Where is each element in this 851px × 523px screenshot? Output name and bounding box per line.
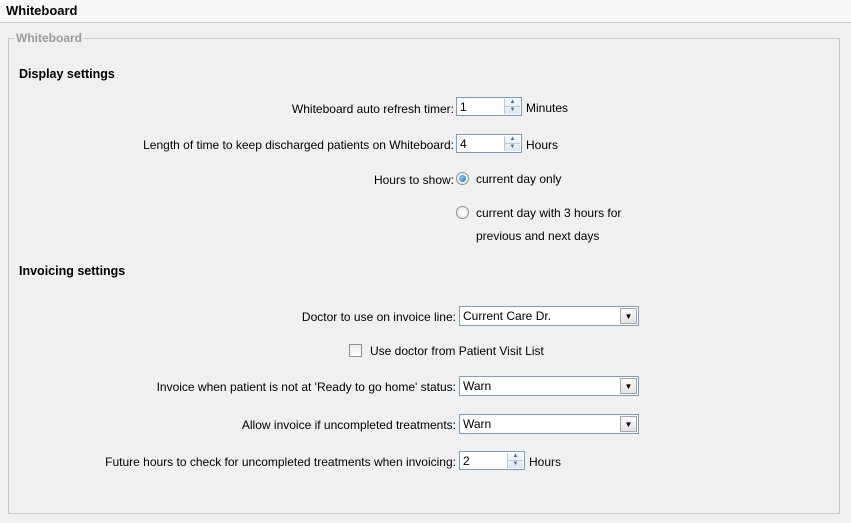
discharged-time-value: 4 <box>460 137 467 151</box>
discharged-time-unit: Hours <box>526 138 559 152</box>
doctor-invoice-line-label: Doctor to use on invoice line: <box>301 310 456 324</box>
uncompleted-treatments-label: Allow invoice if uncompleted treatments: <box>241 418 456 432</box>
future-hours-unit: Hours <box>529 455 562 469</box>
radio-current-day-with-3-hours-label-line2[interactable]: previous and next days <box>476 229 599 243</box>
spin-up-icon[interactable]: ▲ <box>505 99 520 107</box>
spin-up-icon[interactable]: ▲ <box>505 136 520 144</box>
doctor-invoice-line-dropdown[interactable]: Current Care Dr. ▼ <box>459 306 639 326</box>
refresh-timer-spinner[interactable]: 1 ▲ ▼ <box>456 97 522 116</box>
not-ready-status-label: Invoice when patient is not at 'Ready to… <box>156 380 456 394</box>
refresh-timer-label: Whiteboard auto refresh timer: <box>291 102 454 116</box>
future-hours-label: Future hours to check for uncompleted tr… <box>105 455 456 469</box>
refresh-timer-value: 1 <box>460 100 467 114</box>
refresh-timer-unit: Minutes <box>526 101 569 115</box>
radio-current-day-only-label[interactable]: current day only <box>476 172 561 186</box>
display-settings-heading: Display settings <box>19 67 115 81</box>
uncompleted-treatments-value: Warn <box>463 417 492 431</box>
window-title: Whiteboard <box>6 3 78 18</box>
group-legend: Whiteboard <box>14 31 84 45</box>
use-doctor-checkbox[interactable] <box>349 344 362 357</box>
doctor-invoice-line-value: Current Care Dr. <box>463 309 552 323</box>
invoicing-settings-heading: Invoicing settings <box>19 264 126 278</box>
spinner-arrows[interactable]: ▲ ▼ <box>504 99 520 114</box>
not-ready-status-dropdown[interactable]: Warn ▼ <box>459 376 639 396</box>
uncompleted-treatments-dropdown[interactable]: Warn ▼ <box>459 414 639 434</box>
discharged-time-spinner[interactable]: 4 ▲ ▼ <box>456 134 522 153</box>
radio-current-day-only[interactable] <box>456 172 469 185</box>
spinner-arrows[interactable]: ▲ ▼ <box>507 453 523 468</box>
discharged-time-label: Length of time to keep discharged patien… <box>143 138 454 152</box>
chevron-down-icon[interactable]: ▼ <box>620 308 637 324</box>
use-doctor-checkbox-label[interactable]: Use doctor from Patient Visit List <box>370 344 544 358</box>
chevron-down-icon[interactable]: ▼ <box>620 378 637 394</box>
window-title-bar: Whiteboard <box>0 0 851 23</box>
spin-down-icon[interactable]: ▼ <box>505 107 520 114</box>
not-ready-status-value: Warn <box>463 379 492 393</box>
radio-current-day-with-3-hours[interactable] <box>456 206 469 219</box>
hours-to-show-label: Hours to show: <box>373 173 454 187</box>
spin-up-icon[interactable]: ▲ <box>508 453 523 461</box>
future-hours-value: 2 <box>463 454 470 468</box>
chevron-down-icon[interactable]: ▼ <box>620 416 637 432</box>
spin-down-icon[interactable]: ▼ <box>508 461 523 468</box>
future-hours-spinner[interactable]: 2 ▲ ▼ <box>459 451 525 470</box>
spinner-arrows[interactable]: ▲ ▼ <box>504 136 520 151</box>
radio-current-day-with-3-hours-label-line1[interactable]: current day with 3 hours for <box>476 206 621 220</box>
spin-down-icon[interactable]: ▼ <box>505 144 520 151</box>
